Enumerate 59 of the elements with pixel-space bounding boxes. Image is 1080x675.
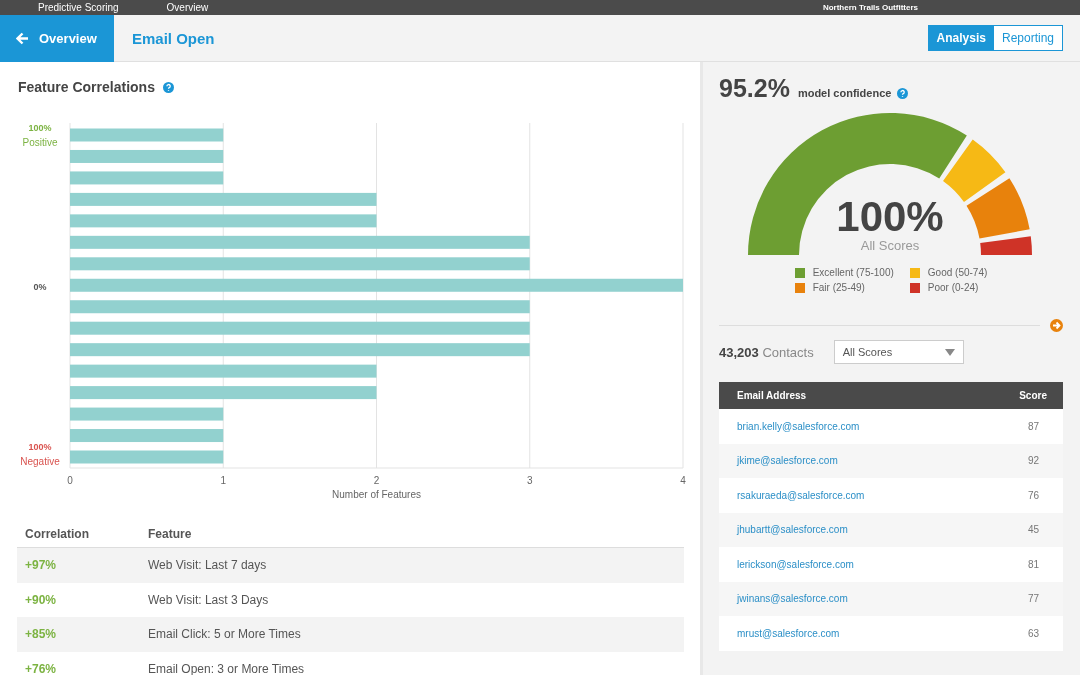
view-tab[interactable]: Analysis <box>928 26 994 50</box>
axis-label: 0% <box>33 282 47 292</box>
score-cell: 77 <box>968 581 1063 616</box>
column-header: Email Address <box>719 382 969 409</box>
gauge-caption: All Scores <box>860 238 920 253</box>
gauge-value: 100% <box>836 193 944 240</box>
correlation-cell: +97% <box>17 547 140 583</box>
app-title: Predictive Scoring <box>38 1 119 15</box>
legend-label: Fair (25-49) <box>812 282 865 293</box>
page-title: Email Open <box>132 29 215 47</box>
correlation-cell: +85% <box>17 617 140 652</box>
tick-label: 0 <box>67 475 73 486</box>
tick-label: 4 <box>680 475 686 486</box>
nav-link[interactable]: Overview <box>166 0 209 15</box>
legend-label: Poor (0-24) <box>927 282 979 293</box>
confidence-label: model confidence <box>797 87 892 99</box>
back-button[interactable]: Overview <box>0 14 114 62</box>
legend-label: Good (50-74) <box>927 267 988 278</box>
feature-cell: Web Visit: Last 7 days <box>140 547 684 583</box>
arrow-right-icon[interactable] <box>1050 319 1063 332</box>
contacts-count: 43,203 Contacts <box>719 344 814 360</box>
correlation-cell: +76% <box>17 651 140 675</box>
tick-label: 2 <box>373 475 380 486</box>
email-link[interactable]: lerickson@salesforce.com <box>737 558 854 570</box>
email-link[interactable]: jhubartt@salesforce.com <box>737 524 848 536</box>
feature-cell: Email Open: 3 or More Times <box>140 651 684 675</box>
score-cell: 63 <box>968 616 1063 651</box>
tick-label: 3 <box>526 475 533 486</box>
score-cell: 87 <box>968 409 1063 444</box>
column-header: Score <box>968 382 1063 409</box>
legend-label: Excellent (75-100) <box>812 267 894 278</box>
email-link[interactable]: jwinans@salesforce.com <box>737 593 848 605</box>
email-link[interactable]: rsakuraeda@salesforce.com <box>737 489 865 501</box>
help-icon[interactable] <box>162 81 174 93</box>
axis-label: 100% <box>28 123 52 133</box>
score-cell: 45 <box>968 512 1063 547</box>
email-link[interactable]: jkime@salesforce.com <box>737 455 838 467</box>
score-filter-dropdown[interactable]: All Scores <box>833 340 964 364</box>
axis-label: 100% <box>28 442 52 452</box>
axis-title: Number of Features <box>332 489 421 500</box>
caret-icon <box>944 348 955 356</box>
help-icon[interactable] <box>897 87 909 99</box>
score-cell: 92 <box>968 443 1063 478</box>
score-cell: 81 <box>968 547 1063 582</box>
correlation-cell: +90% <box>17 582 140 617</box>
org-switcher[interactable]: Northern Trails Outfitters <box>822 0 918 15</box>
confidence-value: 95.2% <box>719 74 790 103</box>
feature-cell: Web Visit: Last 3 Days <box>140 582 684 617</box>
column-header: Correlation <box>17 520 140 548</box>
email-link[interactable]: brian.kelly@salesforce.com <box>737 420 860 432</box>
section-title: Feature Correlations <box>18 79 155 95</box>
feature-cell: Email Click: 5 or More Times <box>140 617 684 652</box>
email-link[interactable]: mrust@salesforce.com <box>737 627 840 639</box>
column-header: Feature <box>140 520 684 548</box>
axis-caption: Positive <box>22 137 58 148</box>
arrow-left-icon <box>16 31 29 45</box>
axis-caption: Negative <box>20 456 60 467</box>
tick-label: 1 <box>220 475 227 486</box>
score-cell: 76 <box>968 478 1063 513</box>
